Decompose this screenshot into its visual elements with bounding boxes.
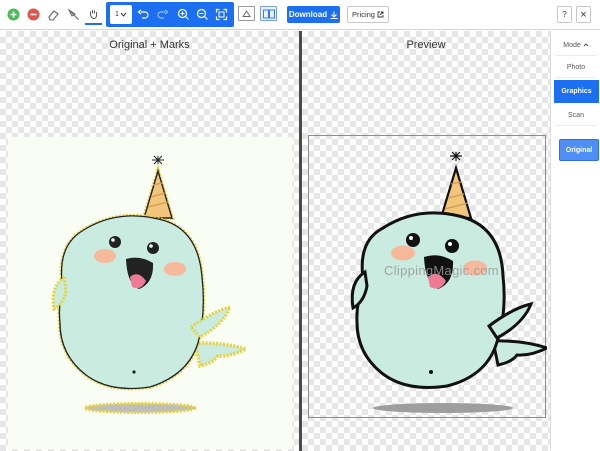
close-button[interactable]: × [576, 6, 591, 23]
single-view-icon[interactable] [238, 6, 255, 21]
original-toggle-button[interactable]: Original [559, 139, 599, 161]
pricing-button[interactable]: Pricing [347, 6, 389, 23]
undo-icon[interactable] [134, 6, 152, 23]
mode-sidebar: Mode Photo Graphics Scan Original [550, 31, 600, 451]
brush-size-select[interactable]: 1 [110, 5, 132, 24]
keep-brush-icon[interactable] [6, 4, 21, 25]
help-button[interactable]: ? [557, 6, 572, 23]
eraser-icon[interactable] [46, 4, 61, 25]
download-button[interactable]: Download [287, 6, 340, 23]
preview-pane[interactable]: Preview ClippingMagic.com [302, 31, 550, 451]
hand-icon[interactable] [85, 4, 102, 25]
fit-to-screen-icon[interactable] [212, 6, 230, 23]
external-link-icon [377, 11, 384, 18]
mode-label: Mode [563, 41, 581, 49]
narwhal-preview-image [350, 151, 547, 413]
toolbar: 1 Download Pricing ? × [0, 0, 600, 30]
narwhal-original-image [51, 155, 251, 414]
mode-toggle[interactable]: Mode [555, 35, 597, 56]
chevron-up-icon [583, 43, 589, 47]
mode-graphics-button[interactable]: Graphics [554, 80, 599, 103]
brush-size-value: 1 [115, 11, 119, 18]
zoom-out-icon[interactable] [193, 6, 211, 23]
download-icon [330, 11, 338, 19]
watermark-text: ClippingMagic.com [384, 263, 499, 278]
split-view-icon[interactable] [260, 6, 277, 21]
mode-photo-button[interactable]: Photo [555, 57, 597, 78]
brush-zoom-toolbar: 1 [106, 2, 234, 27]
zoom-in-icon[interactable] [174, 6, 192, 23]
pricing-label: Pricing [352, 10, 375, 19]
remove-brush-icon[interactable] [26, 4, 41, 25]
download-label: Download [288, 10, 328, 19]
scalpel-icon[interactable] [66, 4, 81, 25]
mode-scan-button[interactable]: Scan [555, 105, 597, 126]
preview-title: Preview [406, 39, 446, 51]
original-marks-title: Original + Marks [109, 39, 190, 51]
original-marks-pane[interactable]: Original + Marks [0, 31, 299, 451]
redo-icon[interactable] [154, 6, 172, 23]
original-image-canvas[interactable] [8, 137, 292, 449]
